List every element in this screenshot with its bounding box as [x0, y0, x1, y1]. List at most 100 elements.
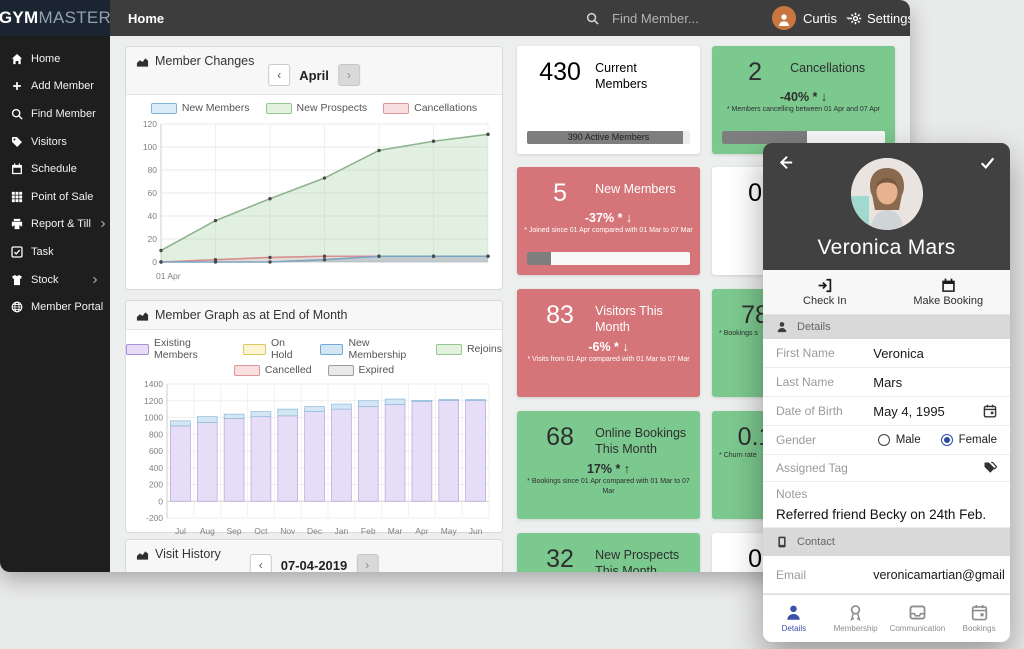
notes-field[interactable]: Notes Referred friend Becky on 24th Feb.: [763, 482, 1010, 528]
tab-communication[interactable]: Communication: [887, 595, 949, 642]
dob-field[interactable]: Date of Birth May 4, 1995: [763, 397, 1010, 426]
card-progress-bar: 390 Active Members: [527, 131, 690, 144]
sidebar-item-stock[interactable]: Stock: [0, 266, 110, 294]
tab-bookings[interactable]: Bookings: [948, 595, 1010, 642]
gear-icon: [849, 12, 862, 25]
person-icon: [776, 321, 788, 333]
dob-value: May 4, 1995: [873, 404, 945, 419]
user-menu[interactable]: Curtis: [772, 0, 853, 36]
legend-swatch: [234, 365, 260, 376]
legend-label: New Members: [182, 102, 250, 114]
stat-card-new-members: 5New Members-37% * ↓* Joined since 01 Ap…: [517, 167, 700, 275]
svg-text:-200: -200: [146, 513, 163, 523]
first-name-field[interactable]: First Name Veronica: [763, 339, 1010, 368]
top-header: GYMMASTER Home Curtis Settings: [0, 0, 910, 36]
svg-text:Aug: Aug: [200, 526, 215, 536]
prev-month-button[interactable]: ‹: [268, 64, 290, 86]
sidebar-item-label: Schedule: [31, 163, 77, 175]
email-field[interactable]: Email veronicamartian@gmail: [763, 556, 1010, 594]
make-booking-button[interactable]: Make Booking: [887, 270, 1011, 314]
sidebar-item-member-portal[interactable]: Member Portal: [0, 293, 110, 321]
legend-item: Expired: [328, 364, 395, 376]
logo-light: MASTER: [39, 8, 112, 28]
prev-date-button[interactable]: ‹: [250, 554, 272, 572]
svg-text:120: 120: [143, 119, 157, 129]
make-booking-label: Make Booking: [913, 295, 983, 307]
settings-label: Settings: [867, 11, 910, 26]
sidebar-item-label: Add Member: [31, 80, 94, 92]
svg-text:60: 60: [148, 188, 158, 198]
tags-icon[interactable]: [983, 461, 997, 475]
area-chart-icon: [136, 309, 149, 322]
profile-actions: Check In Make Booking: [763, 270, 1010, 315]
back-arrow-icon[interactable]: [777, 154, 794, 171]
last-name-field[interactable]: Last Name Mars: [763, 368, 1010, 397]
globe-icon: [11, 301, 23, 313]
phone-icon: [776, 536, 788, 548]
next-date-button[interactable]: ›: [356, 554, 378, 572]
card-title: Online Bookings This Month: [595, 424, 692, 457]
tab-details[interactable]: Details: [763, 595, 825, 642]
svg-text:0: 0: [152, 257, 157, 267]
male-radio[interactable]: [878, 434, 890, 446]
card-value: 5: [525, 180, 595, 206]
female-radio[interactable]: [941, 434, 953, 446]
sidebar-item-label: Stock: [31, 274, 59, 286]
legend-swatch: [436, 344, 462, 355]
tag-icon: [11, 136, 23, 148]
tab-membership[interactable]: Membership: [825, 595, 887, 642]
svg-text:40: 40: [148, 211, 158, 221]
card-note: * Bookings since 01 Apr compared with 01…: [517, 477, 700, 496]
male-label: Male: [896, 434, 921, 446]
card-value: 83: [525, 302, 595, 335]
sidebar-item-visitors[interactable]: Visitors: [0, 128, 110, 156]
member-changes-title: Member Changes: [136, 54, 254, 68]
check-in-button[interactable]: Check In: [763, 270, 887, 314]
sidebar-item-find-member[interactable]: Find Member: [0, 100, 110, 128]
sidebar-item-add-member[interactable]: Add Member: [0, 73, 110, 101]
card-value: 68: [525, 424, 595, 457]
date-pager: ‹ 07-04-2019 ›: [250, 554, 379, 572]
svg-text:Mar: Mar: [388, 526, 403, 536]
medal-icon: [847, 604, 864, 621]
next-month-button[interactable]: ›: [338, 64, 360, 86]
stat-card-current-members: 430Current Members390 Active Members: [517, 46, 700, 154]
month-label: April: [299, 68, 329, 83]
legend-swatch: [126, 344, 149, 355]
sidebar-item-label: Home: [31, 53, 60, 65]
sidebar-item-report-till[interactable]: Report & Till: [0, 211, 110, 239]
svg-text:0: 0: [158, 496, 163, 506]
sidebar-item-task[interactable]: Task: [0, 238, 110, 266]
card-value: 430: [525, 59, 595, 92]
contact-header-label: Contact: [797, 536, 835, 548]
tab-label: Bookings: [963, 624, 996, 633]
legend-swatch: [151, 103, 177, 114]
dob-label: Date of Birth: [776, 404, 873, 418]
sidebar-item-schedule[interactable]: Schedule: [0, 155, 110, 183]
first-name-value: Veronica: [873, 346, 924, 361]
search-input[interactable]: [610, 10, 759, 27]
member-graph-header: Member Graph as at End of Month: [126, 301, 502, 330]
legend-label: On Hold: [271, 337, 305, 361]
confirm-check-icon[interactable]: [979, 154, 996, 171]
area-chart-icon: [136, 55, 149, 68]
notes-value: Referred friend Becky on 24th Feb.: [776, 507, 997, 522]
sidebar-item-point-of-sale[interactable]: Point of Sale: [0, 183, 110, 211]
assigned-tag-label: Assigned Tag: [776, 461, 873, 475]
card-delta: -40% * ↓: [712, 90, 895, 104]
legend-label: Cancellations: [414, 102, 477, 114]
chevron-right-icon: [91, 276, 99, 284]
svg-text:01 Apr: 01 Apr: [156, 271, 181, 281]
avatar: [772, 6, 796, 30]
chat-icon: [909, 604, 926, 621]
svg-text:Jul: Jul: [175, 526, 186, 536]
legend-label: New Prospects: [297, 102, 368, 114]
legend-swatch: [383, 103, 409, 114]
female-label: Female: [959, 434, 997, 446]
visit-history-header: Visit History ‹ 07-04-2019 ›: [126, 540, 502, 572]
legend-item: Existing Members: [126, 337, 227, 361]
calendar-icon[interactable]: [983, 404, 997, 418]
sidebar-item-home[interactable]: Home: [0, 45, 110, 73]
assigned-tag-field[interactable]: Assigned Tag: [763, 455, 1010, 482]
settings-menu[interactable]: Settings: [849, 0, 910, 36]
